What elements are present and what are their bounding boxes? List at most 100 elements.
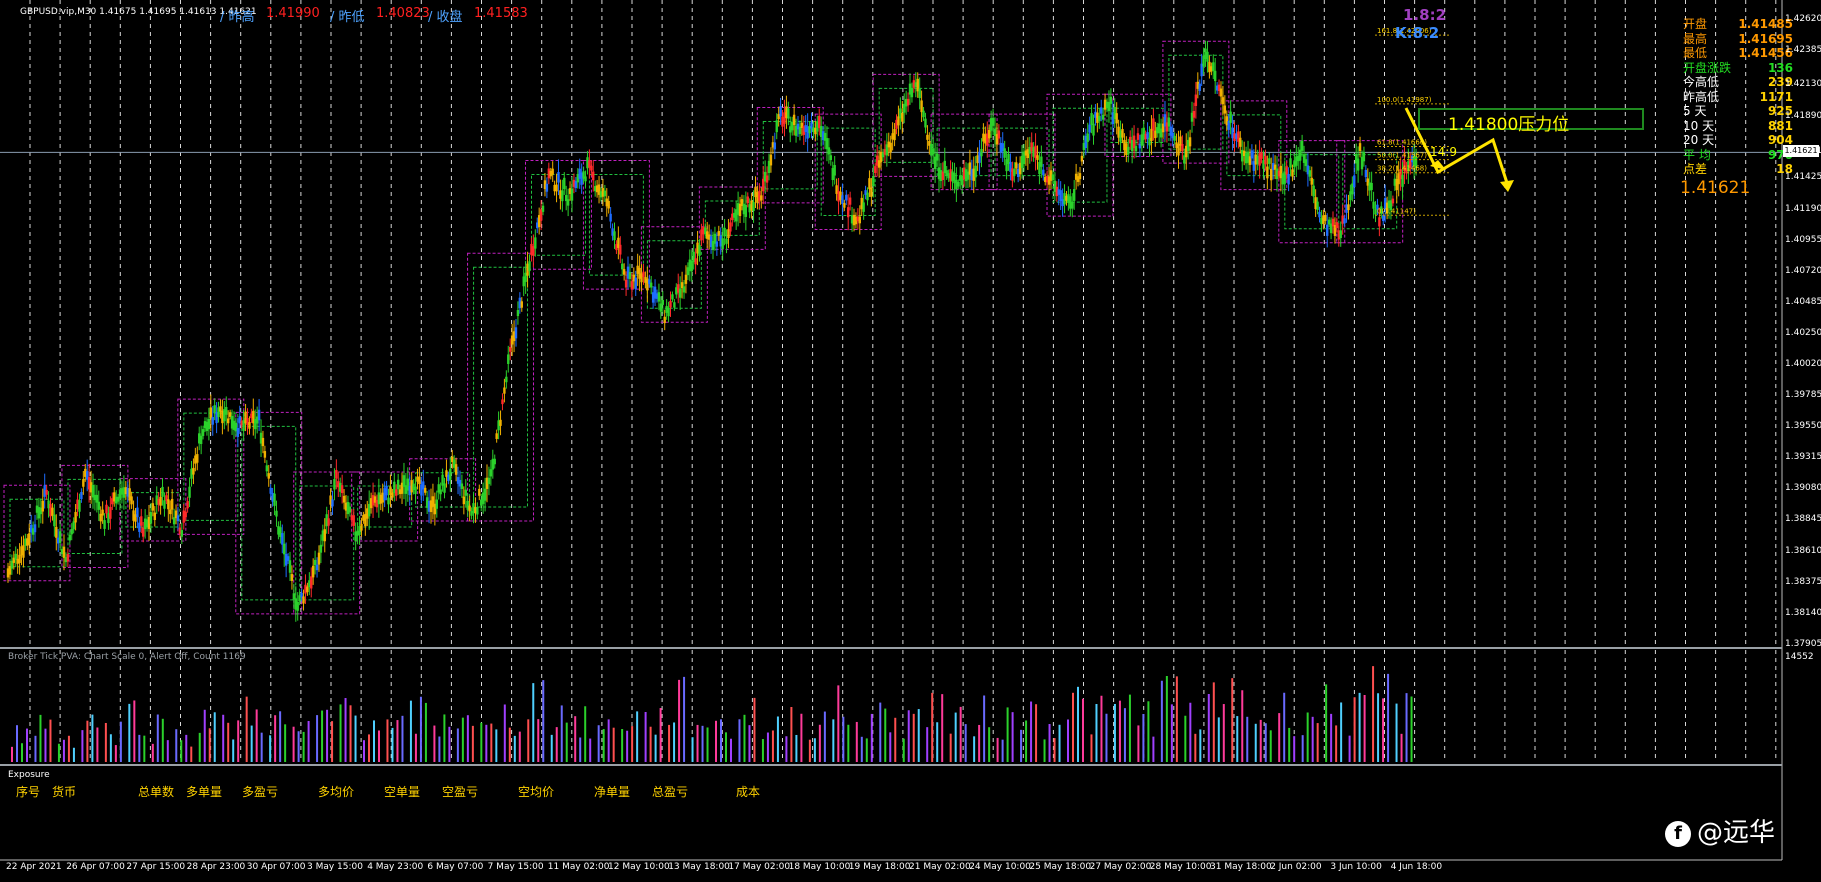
candle-body	[1192, 110, 1196, 118]
candle-body	[226, 418, 230, 424]
candle-body	[476, 507, 479, 515]
close-value: 1.41583	[474, 6, 528, 21]
candle-body	[95, 494, 99, 503]
candle-body	[603, 190, 607, 197]
candle-body	[101, 509, 104, 516]
price-tick-label: 1.38375	[1785, 576, 1821, 587]
candle-body	[391, 492, 394, 498]
candle-body	[935, 153, 939, 161]
candle-body	[103, 520, 106, 529]
pane-separator-exposure[interactable]	[0, 764, 1782, 766]
candle-body	[82, 479, 85, 487]
candle-body	[1206, 51, 1209, 62]
candle-body	[323, 529, 326, 542]
candle-body	[663, 316, 666, 324]
candle-body	[265, 465, 269, 472]
candle-body	[1003, 148, 1006, 158]
candle-body	[765, 175, 769, 183]
candle-body	[33, 524, 37, 533]
candle-body	[1088, 124, 1091, 133]
candle-body	[1370, 182, 1373, 190]
candle-body	[1219, 88, 1223, 97]
candle-body	[501, 399, 504, 405]
time-tick-label: 6 May 07:00	[427, 862, 484, 872]
candle-body	[340, 485, 344, 494]
range-box	[872, 73, 940, 177]
candle-body	[787, 108, 790, 119]
candle-body	[901, 112, 904, 122]
candle-body	[507, 354, 510, 364]
candle-body	[335, 469, 338, 479]
candle-body	[694, 258, 697, 265]
candle-body	[74, 511, 77, 523]
candle-body	[551, 168, 554, 175]
candle-body	[1312, 185, 1315, 197]
candle-body	[261, 437, 265, 447]
candle-body	[1339, 230, 1342, 238]
candle-body	[555, 184, 558, 192]
candle-body	[1181, 143, 1184, 152]
candle-body	[1194, 94, 1198, 106]
candle-body	[848, 197, 852, 205]
candle-body	[248, 422, 251, 429]
candle-body	[136, 507, 139, 518]
exposure-column-header: 总单数	[138, 785, 175, 799]
candle-body	[991, 117, 995, 126]
candle-body	[858, 216, 861, 224]
candle-body	[1212, 62, 1215, 72]
candle-body	[310, 576, 313, 589]
current-price-tag: 1.41621	[1783, 145, 1819, 157]
candle-body	[1121, 128, 1124, 138]
exposure-column-header: 多均价	[318, 785, 355, 799]
exposure-title: Exposure	[8, 770, 50, 780]
time-tick-label: 18 May 10:00	[788, 862, 851, 872]
candle-body	[980, 149, 983, 157]
candle-body	[489, 469, 493, 477]
candle-body	[1051, 174, 1055, 180]
candle-body	[528, 261, 531, 272]
candle-body	[557, 171, 560, 183]
time-tick-label: 27 Apr 15:00	[126, 862, 186, 872]
candle-body	[327, 518, 330, 526]
candle-body	[1382, 215, 1385, 222]
time-tick-label: 13 May 18:00	[668, 862, 730, 872]
candle-body	[1304, 159, 1308, 167]
candle-body	[130, 496, 133, 505]
candle-body	[348, 506, 352, 513]
candle-body	[590, 165, 593, 171]
candle-body	[613, 231, 616, 241]
candle-body	[779, 106, 782, 117]
candle-body	[306, 586, 309, 593]
candle-body	[317, 552, 321, 565]
candle-body	[673, 302, 676, 308]
candle-body	[236, 427, 240, 438]
exposure-column-header: 总盈亏	[652, 785, 689, 799]
price-tick-label: 1.39550	[1785, 420, 1821, 431]
candle-body	[1391, 198, 1395, 204]
candle-body	[607, 200, 610, 209]
candle-body	[225, 407, 228, 415]
candle-body	[1264, 155, 1267, 165]
exposure-column-header: 净单量	[594, 785, 631, 799]
fib-level-label: 0(1.41147)	[1377, 207, 1416, 215]
price-tick-label: 1.40955	[1785, 234, 1821, 245]
candle-body	[487, 477, 491, 485]
candle-body	[910, 87, 914, 98]
time-tick-label: 4 Jun 18:00	[1390, 862, 1443, 872]
candle-body	[352, 515, 355, 526]
time-tick-label: 25 May 18:00	[1029, 862, 1092, 872]
candle-body	[843, 203, 846, 208]
candle-body	[746, 196, 749, 204]
candle-body	[773, 142, 777, 150]
candle-body	[167, 499, 170, 510]
candle-body	[1036, 155, 1039, 160]
pane-separator-volume[interactable]	[0, 647, 1782, 649]
candle-body	[657, 292, 661, 302]
price-tick-label: 1.40250	[1785, 328, 1821, 339]
candle-body	[159, 496, 162, 506]
candle-body	[534, 237, 537, 249]
candle-body	[288, 560, 292, 573]
candle-body	[1071, 201, 1074, 209]
stat-value: 18	[1776, 162, 1793, 176]
time-tick-label: 12 May 10:00	[608, 862, 670, 872]
